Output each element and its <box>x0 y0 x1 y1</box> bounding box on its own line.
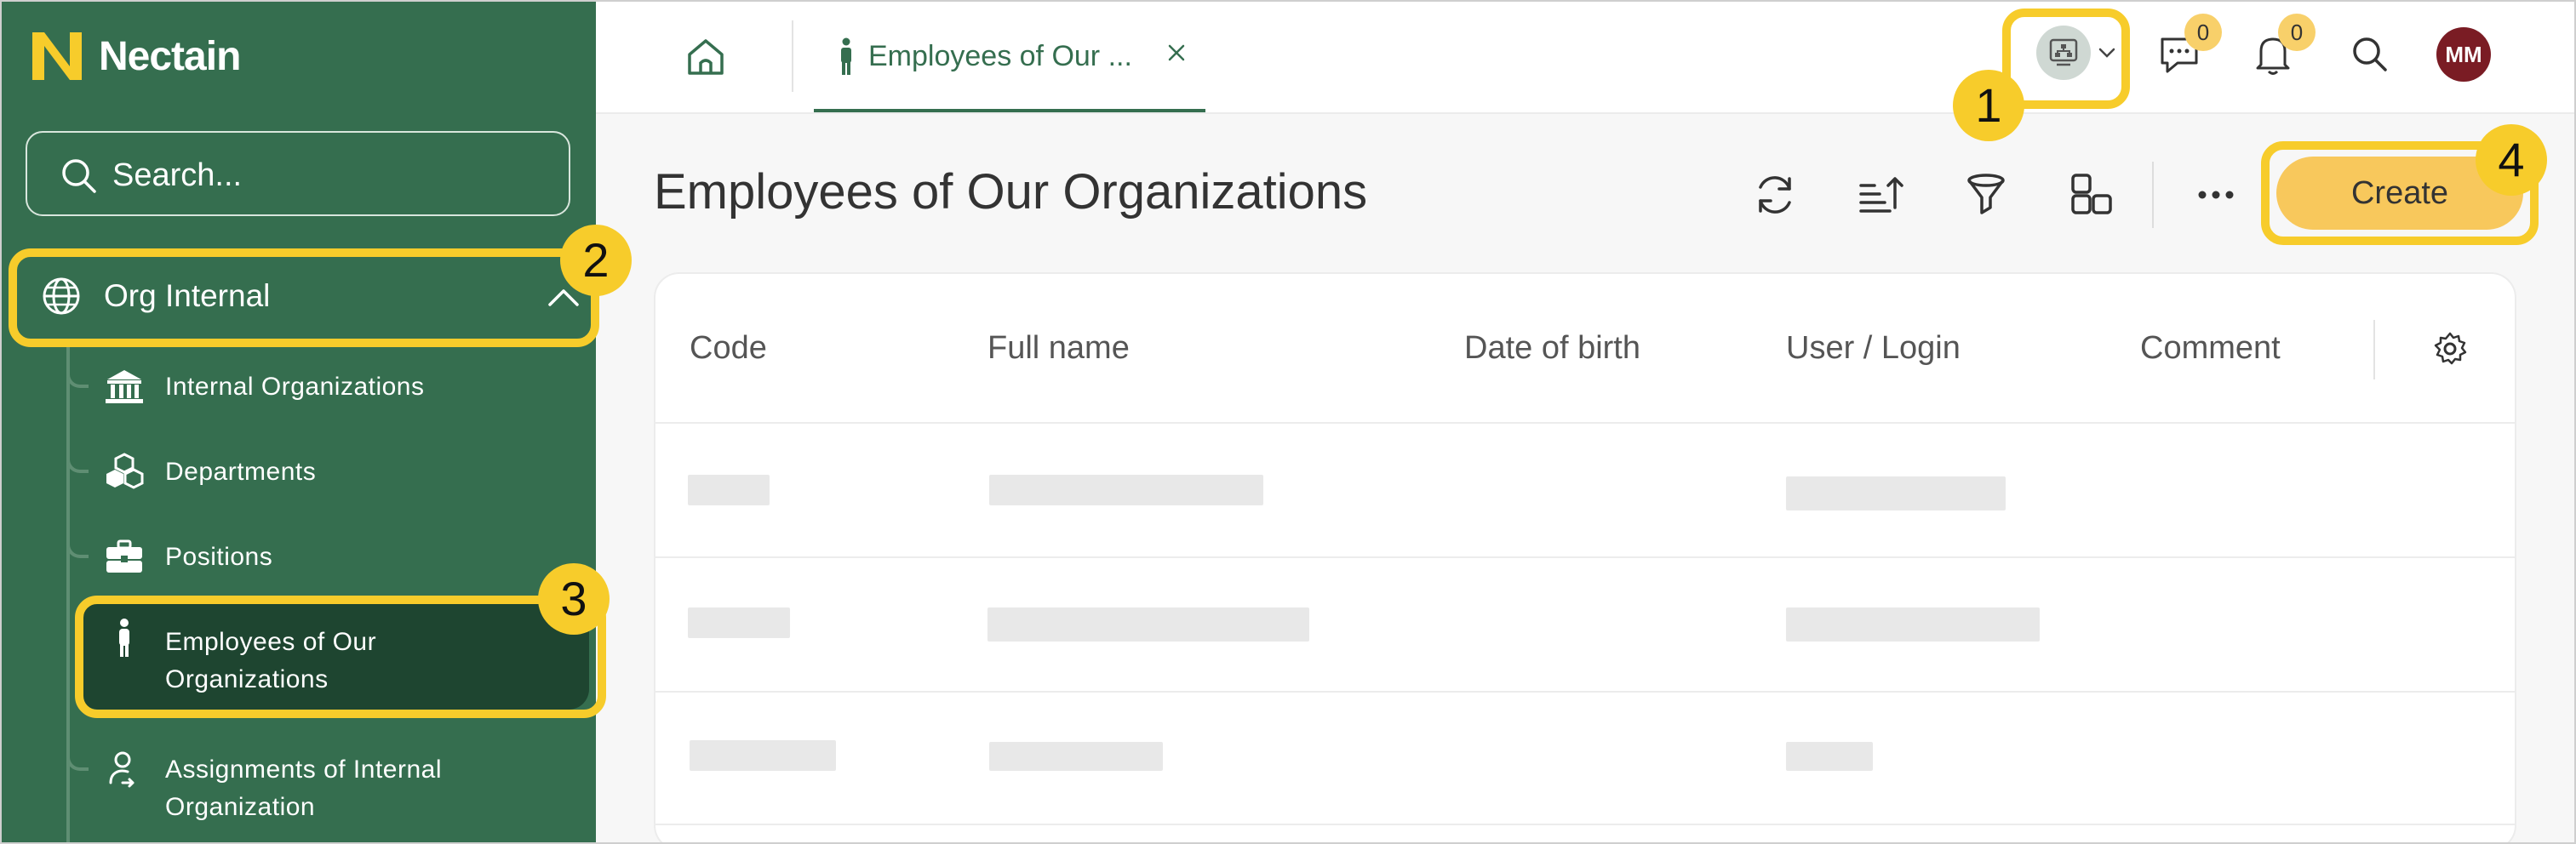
skeleton-cell <box>688 475 770 505</box>
gear-icon[interactable] <box>2431 330 2469 368</box>
row-divider <box>655 556 2515 558</box>
refresh-icon[interactable] <box>1750 170 1800 220</box>
app-window: Nectain Search... Org Internal Internal … <box>0 0 2576 844</box>
close-tab-icon[interactable] <box>1165 41 1188 65</box>
skeleton-cell <box>690 740 836 771</box>
tree-branch <box>66 451 89 473</box>
filter-icon[interactable] <box>1961 170 2011 220</box>
callout-number-3: 3 <box>538 563 610 635</box>
callout-highlight-3 <box>75 596 606 718</box>
column-header-user-login[interactable]: User / Login <box>1786 327 1961 369</box>
skeleton-cell <box>989 742 1163 771</box>
skeleton-cell <box>1786 476 2006 510</box>
brand-name: Nectain <box>99 34 241 79</box>
row-divider <box>655 691 2515 693</box>
callout-number-1: 1 <box>1953 70 2024 141</box>
sidebar-item-label-line2: Organization <box>165 793 316 821</box>
home-icon[interactable] <box>684 36 727 78</box>
row-divider <box>655 422 2515 424</box>
skeleton-cell <box>688 607 790 638</box>
sidebar-item-label-line1: Assignments of Internal <box>165 756 442 784</box>
tree-branch <box>66 536 89 558</box>
sidebar-item-label: Internal Organizations <box>165 373 425 401</box>
bank-icon <box>106 370 143 403</box>
tree-branch <box>66 749 89 771</box>
search-input[interactable]: Search... <box>26 131 570 216</box>
data-table: Code Full name Date of birth User / Logi… <box>654 272 2516 842</box>
skeleton-cell <box>1786 742 1873 771</box>
column-header-full-name[interactable]: Full name <box>987 327 1130 369</box>
sidebar-item-label: Departments <box>165 458 317 486</box>
cubes-icon <box>106 453 144 489</box>
callout-highlight-2 <box>9 248 599 347</box>
sidebar-item-departments[interactable]: Departments <box>66 449 586 493</box>
nectain-logo-icon <box>32 32 82 80</box>
person-icon <box>841 37 851 75</box>
row-divider <box>655 824 2515 825</box>
notifications-count-badge: 0 <box>2278 14 2316 51</box>
tree-branch <box>66 366 89 388</box>
tab-employees[interactable]: Employees of Our ... <box>814 2 1205 112</box>
column-header-code[interactable]: Code <box>690 327 767 369</box>
callout-number-4: 4 <box>2476 124 2547 196</box>
tab-label: Employees of Our ... <box>868 40 1132 72</box>
more-options-icon[interactable] <box>2191 170 2241 220</box>
sidebar-item-internal-organizations[interactable]: Internal Organizations <box>66 364 586 408</box>
skeleton-cell <box>989 475 1263 505</box>
layout-grid-icon[interactable] <box>2067 170 2116 220</box>
header-separator <box>2373 320 2375 379</box>
top-bar: Employees of Our ... 0 0 MM <box>596 2 2574 114</box>
sidebar-item-label: Positions <box>165 543 273 571</box>
user-assign-icon <box>109 751 135 788</box>
callout-number-2: 2 <box>560 225 632 296</box>
page-title: Employees of Our Organizations <box>654 164 1368 220</box>
skeleton-cell <box>987 607 1309 642</box>
tab-separator <box>792 20 793 92</box>
column-header-date-of-birth[interactable]: Date of birth <box>1464 327 1640 369</box>
messages-count-badge: 0 <box>2184 14 2222 51</box>
briefcase-icon <box>106 539 142 573</box>
user-avatar[interactable]: MM <box>2436 27 2491 82</box>
toolbar-separator <box>2152 162 2154 228</box>
sort-icon[interactable] <box>1856 170 1905 220</box>
column-header-comment[interactable]: Comment <box>2140 327 2281 369</box>
sidebar-item-assignments[interactable]: Assignments of Internal Organization <box>66 747 586 832</box>
search-icon <box>62 159 96 193</box>
skeleton-cell <box>1786 607 2040 642</box>
search-icon[interactable] <box>2348 32 2392 77</box>
sidebar-item-positions[interactable]: Positions <box>66 534 586 579</box>
search-placeholder: Search... <box>112 157 243 193</box>
